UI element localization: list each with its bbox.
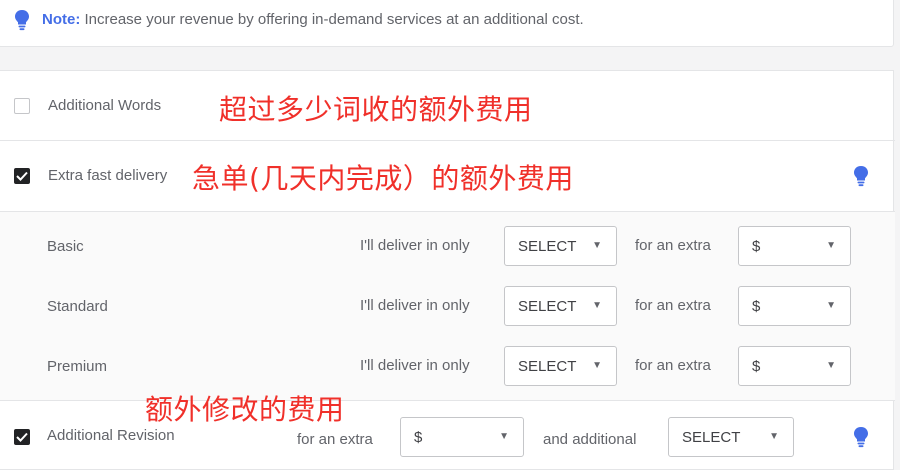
note-text: Note: Increase your revenue by offering …	[42, 11, 584, 28]
check-icon	[16, 171, 28, 181]
note-banner: Note: Increase your revenue by offering …	[0, 0, 894, 47]
note-label: Note:	[42, 11, 81, 28]
revision-count-select[interactable]: SELECT ▼	[668, 417, 794, 457]
deliver-label: I'll deliver in only	[360, 357, 470, 374]
select-value: SELECT	[518, 358, 577, 375]
extra-fast-delivery-label: Extra fast delivery	[48, 167, 168, 184]
premium-extra-price-select[interactable]: $ ▼	[738, 346, 851, 386]
extra-fast-delivery-annotation: 急单(几天内完成）的额外费用	[192, 162, 574, 195]
basic-delivery-days-select[interactable]: SELECT ▼	[504, 226, 617, 266]
lightbulb-icon	[15, 10, 29, 31]
standard-extra-price-select[interactable]: $ ▼	[738, 286, 851, 326]
basic-extra-price-select[interactable]: $ ▼	[738, 226, 851, 266]
revision-additional-label: and additional	[543, 431, 637, 448]
check-icon	[16, 432, 28, 442]
chevron-down-icon: ▼	[592, 300, 602, 311]
select-value: $	[752, 298, 761, 315]
lightbulb-icon[interactable]	[852, 426, 870, 448]
extra-label: for an extra	[635, 237, 711, 254]
delivery-tiers-panel: Basic I'll deliver in only SELECT ▼ for …	[0, 212, 895, 400]
note-message: Increase your revenue by offering in-dem…	[80, 11, 584, 28]
deliver-label: I'll deliver in only	[360, 237, 470, 254]
additional-revision-checkbox[interactable]	[14, 429, 30, 445]
chevron-down-icon: ▼	[826, 360, 836, 371]
row-divider	[0, 400, 895, 401]
extra-label: for an extra	[635, 357, 711, 374]
chevron-down-icon: ▼	[769, 431, 779, 442]
select-value: SELECT	[682, 429, 741, 446]
select-value: $	[752, 358, 761, 375]
additional-revision-annotation: 额外修改的费用	[145, 393, 345, 426]
lightbulb-icon[interactable]	[852, 165, 870, 187]
deliver-label: I'll deliver in only	[360, 297, 470, 314]
extra-label: for an extra	[635, 297, 711, 314]
standard-delivery-days-select[interactable]: SELECT ▼	[504, 286, 617, 326]
chevron-down-icon: ▼	[826, 240, 836, 251]
tier-name-standard: Standard	[47, 298, 108, 315]
additional-revision-label: Additional Revision	[47, 427, 175, 444]
select-value: SELECT	[518, 238, 577, 255]
chevron-down-icon: ▼	[826, 300, 836, 311]
extras-card: Additional Words 超过多少词收的额外费用 Extra fast …	[0, 70, 895, 470]
tier-name-premium: Premium	[47, 358, 108, 375]
select-value: $	[414, 429, 423, 446]
revision-extra-label: for an extra	[297, 431, 373, 448]
chevron-down-icon: ▼	[592, 240, 602, 251]
additional-words-label: Additional Words	[48, 97, 162, 114]
select-value: $	[752, 238, 761, 255]
select-value: SELECT	[518, 298, 577, 315]
premium-delivery-days-select[interactable]: SELECT ▼	[504, 346, 617, 386]
revision-price-select[interactable]: $ ▼	[400, 417, 524, 457]
chevron-down-icon: ▼	[592, 360, 602, 371]
additional-words-annotation: 超过多少词收的额外费用	[219, 93, 533, 126]
row-divider	[0, 140, 895, 141]
chevron-down-icon: ▼	[499, 431, 509, 442]
tier-name-basic: Basic	[47, 238, 84, 255]
extra-fast-delivery-checkbox[interactable]	[14, 168, 30, 184]
additional-words-checkbox[interactable]	[14, 98, 30, 114]
